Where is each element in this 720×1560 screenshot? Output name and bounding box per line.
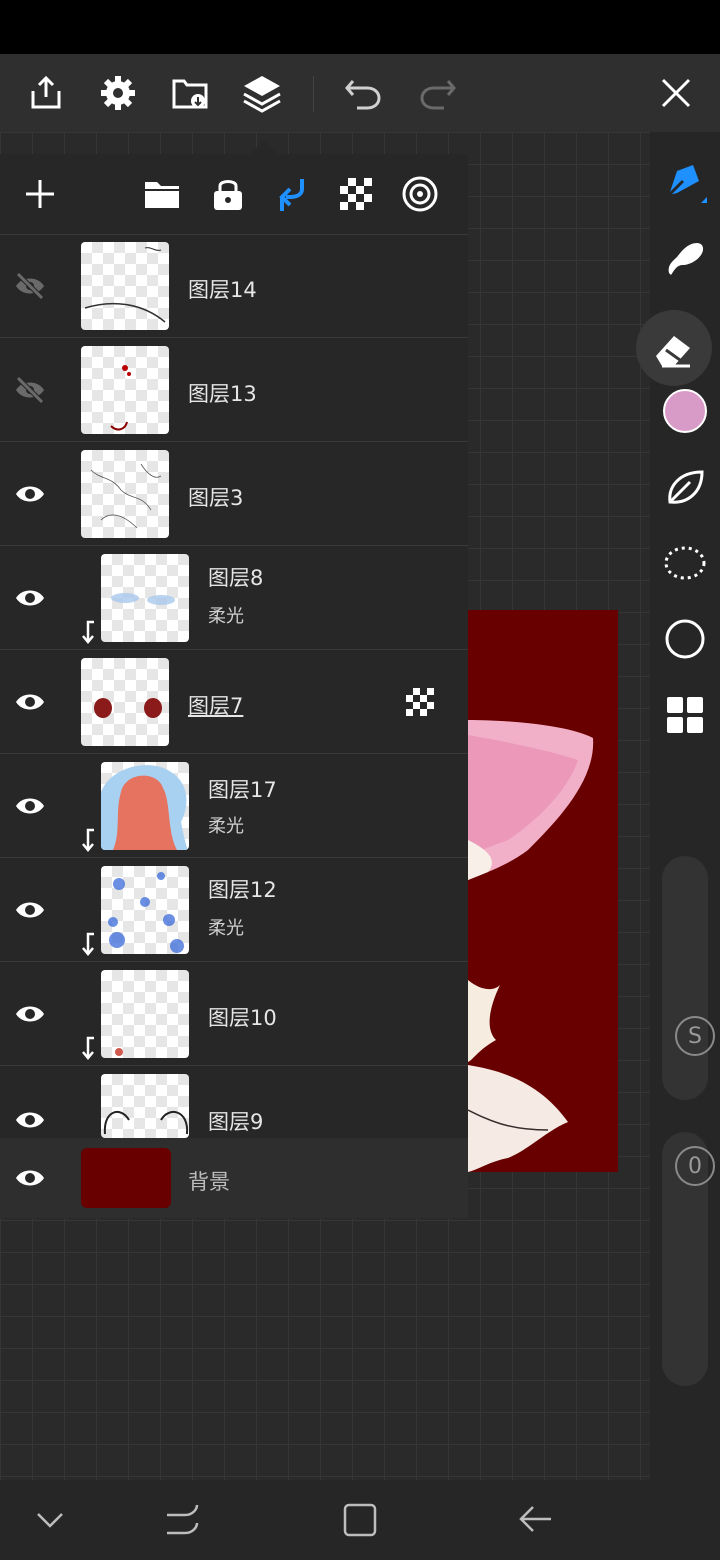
top-toolbar	[0, 54, 720, 132]
layer-name: 图层17	[208, 778, 277, 802]
opacity-slider[interactable]: 0	[662, 1132, 715, 1386]
eye-icon[interactable]	[10, 476, 50, 512]
eye-icon[interactable]	[10, 580, 50, 616]
panel-pointer	[250, 140, 278, 154]
layer-name: 图层8	[208, 566, 264, 590]
circle-icon[interactable]	[660, 614, 710, 664]
layer-name: 图层9	[208, 1110, 264, 1134]
add-icon[interactable]	[16, 170, 64, 218]
system-nav-bar	[0, 1480, 720, 1560]
eye-hidden-icon[interactable]	[10, 372, 50, 408]
settings-icon[interactable]	[88, 54, 148, 132]
smudge-icon[interactable]	[660, 232, 710, 282]
layer-row-selected[interactable]: 图层7	[0, 650, 468, 754]
blend-icon[interactable]	[396, 170, 444, 218]
right-toolbar: S 0	[636, 132, 720, 1480]
layer-name: 图层3	[188, 486, 244, 510]
layer-row[interactable]: 图层14	[0, 234, 468, 338]
chevron-down-icon[interactable]	[26, 1496, 74, 1544]
layer-name: 图层13	[188, 382, 257, 406]
layer-name: 图层7	[188, 694, 244, 718]
layer-blend-mode: 柔光	[208, 816, 244, 837]
layer-thumbnail	[81, 346, 169, 434]
lasso-icon[interactable]	[660, 538, 710, 588]
layer-thumbnail	[81, 658, 169, 746]
back-icon[interactable]	[512, 1496, 560, 1544]
eye-icon[interactable]	[10, 892, 50, 928]
undo-icon[interactable]	[333, 54, 393, 132]
clip-arrow-icon	[82, 620, 94, 644]
layer-name: 图层10	[208, 1006, 277, 1030]
layer-thumbnail	[101, 970, 189, 1058]
toolbar-divider	[313, 76, 314, 112]
size-slider-knob[interactable]: S	[675, 1016, 715, 1056]
background-layer-row[interactable]: 背景	[0, 1138, 468, 1218]
layer-row[interactable]: 图层17 柔光	[0, 754, 468, 858]
grid-icon[interactable]	[660, 690, 710, 740]
eye-icon[interactable]	[10, 1160, 50, 1196]
layer-thumbnail	[101, 866, 189, 954]
eye-icon[interactable]	[10, 788, 50, 824]
alpha-lock-icon[interactable]	[406, 688, 434, 716]
color-swatch[interactable]	[660, 386, 710, 436]
leaf-icon[interactable]	[660, 462, 710, 512]
layer-blend-mode: 柔光	[208, 918, 244, 939]
eraser-icon[interactable]	[636, 310, 712, 386]
layer-row[interactable]: 图层8 柔光	[0, 546, 468, 650]
alpha-icon[interactable]	[332, 170, 380, 218]
lock-icon[interactable]	[204, 170, 252, 218]
clip-arrow-icon	[82, 932, 94, 956]
opacity-slider-knob[interactable]: 0	[675, 1146, 715, 1186]
layer-row[interactable]: 图层13	[0, 338, 468, 442]
layer-thumbnail	[101, 554, 189, 642]
import-icon[interactable]	[160, 54, 220, 132]
home-icon[interactable]	[336, 1496, 384, 1544]
eye-icon[interactable]	[10, 684, 50, 720]
eye-icon[interactable]	[10, 996, 50, 1032]
clip-arrow-icon	[82, 1036, 94, 1060]
folder-icon[interactable]	[138, 170, 186, 218]
redo-icon[interactable]	[408, 54, 468, 132]
layer-row[interactable]: 图层12 柔光	[0, 858, 468, 962]
clip-icon[interactable]	[268, 170, 316, 218]
layer-name: 背景	[188, 1170, 230, 1194]
recents-icon[interactable]	[158, 1496, 206, 1544]
close-icon[interactable]	[646, 54, 706, 132]
layer-row[interactable]: 图层3	[0, 442, 468, 546]
layers-toolbar	[0, 154, 468, 235]
background-color-swatch[interactable]	[81, 1148, 171, 1208]
eye-hidden-icon[interactable]	[10, 268, 50, 304]
layer-thumbnail	[101, 1074, 189, 1138]
layer-thumbnail	[101, 762, 189, 850]
layer-row[interactable]: 图层9	[0, 1066, 468, 1138]
size-slider[interactable]: S	[662, 856, 715, 1100]
clip-arrow-icon	[82, 828, 94, 852]
layers-panel: 图层14 图层13 图层3 图层8 柔光 图层7 图层17 柔光 图层12 柔光…	[0, 154, 468, 1218]
share-icon[interactable]	[16, 54, 76, 132]
layer-row[interactable]: 图层10	[0, 962, 468, 1066]
pen-icon[interactable]	[660, 156, 710, 206]
layer-thumbnail	[81, 450, 169, 538]
layers-icon[interactable]	[232, 54, 292, 132]
artwork-preview	[468, 610, 618, 1172]
layer-name: 图层14	[188, 278, 257, 302]
layer-blend-mode: 柔光	[208, 606, 244, 627]
status-bar	[0, 0, 720, 54]
layer-name: 图层12	[208, 878, 277, 902]
eye-icon[interactable]	[10, 1102, 50, 1138]
layer-thumbnail	[81, 242, 169, 330]
